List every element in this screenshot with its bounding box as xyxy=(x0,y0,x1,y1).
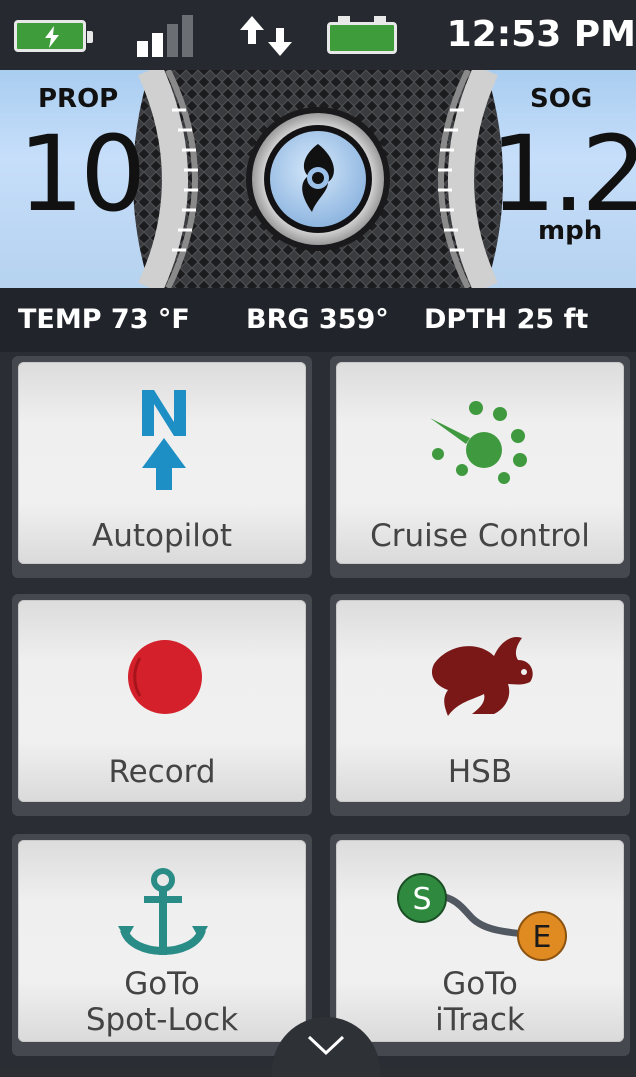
gauge-panel: PROP 10 SOG 1.2 mph xyxy=(0,70,636,288)
speedometer-icon xyxy=(430,401,527,484)
record-dot-icon xyxy=(128,640,202,714)
prop-label: PROP xyxy=(38,84,119,114)
clock: 12:53 PM xyxy=(446,14,636,55)
charging-battery-icon xyxy=(14,20,93,52)
status-bar: 12:53 PM xyxy=(0,0,636,70)
goto-label-1: GoTo xyxy=(124,966,200,1002)
temperature-readout: TEMP 73 °F xyxy=(18,304,190,335)
boat-battery-icon xyxy=(327,16,397,54)
mode-grid: Autopilot Cruise Control Record HSB GoTo… xyxy=(0,352,636,1067)
record-button[interactable]: Record xyxy=(12,594,312,816)
cruise-control-button[interactable]: Cruise Control xyxy=(330,356,630,578)
start-marker: S xyxy=(412,882,432,917)
chevron-down-icon xyxy=(307,1035,345,1056)
goto-spot-lock-button[interactable]: GoTo Spot-Lock xyxy=(12,834,312,1056)
cruise-control-label: Cruise Control xyxy=(370,518,590,554)
rabbit-icon xyxy=(431,636,533,716)
itrack-label: iTrack xyxy=(435,1002,525,1038)
telemetry-strip: TEMP 73 °F BRG 359° DPTH 25 ft xyxy=(0,288,636,352)
depth-readout: DPTH 25 ft xyxy=(424,304,589,335)
autopilot-label: Autopilot xyxy=(92,518,232,554)
propeller-icon xyxy=(302,144,334,212)
goto-label-2: GoTo xyxy=(442,966,518,1002)
hsb-label: HSB xyxy=(447,754,513,790)
goto-itrack-button[interactable]: S E GoTo iTrack xyxy=(330,834,630,1056)
hsb-button[interactable]: HSB xyxy=(330,594,630,816)
bearing-readout: BRG 359° xyxy=(246,304,389,335)
spot-lock-label: Spot-Lock xyxy=(85,1002,239,1038)
sog-unit: mph xyxy=(538,216,603,246)
anchor-icon xyxy=(118,868,208,955)
end-marker: E xyxy=(532,920,552,955)
record-label: Record xyxy=(108,754,216,790)
signal-strength-icon xyxy=(137,15,207,57)
prop-value: 10 xyxy=(18,113,146,235)
sog-value: 1.2 xyxy=(490,113,636,235)
sog-label: SOG xyxy=(530,84,593,114)
north-arrow-icon xyxy=(142,390,186,490)
autopilot-button[interactable]: Autopilot xyxy=(12,356,312,578)
data-transfer-icon xyxy=(240,16,292,56)
